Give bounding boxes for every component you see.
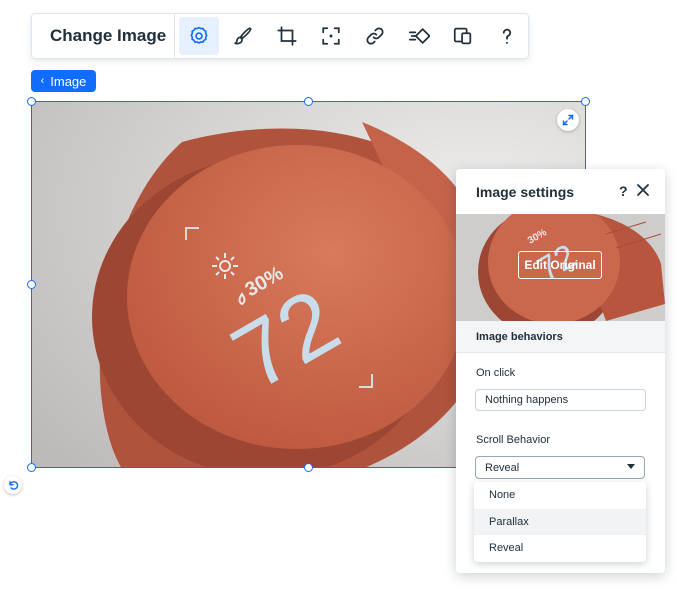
scroll-behavior-select[interactable]: Reveal <box>475 456 645 479</box>
toolbar-divider <box>174 13 175 59</box>
stretch-toggle-button[interactable] <box>557 109 579 131</box>
scroll-behavior-value: Reveal <box>485 461 520 474</box>
option-none[interactable]: None <box>474 482 646 509</box>
panel-title: Image settings <box>476 183 575 200</box>
expand-icon <box>562 114 574 126</box>
element-tag[interactable]: ‹ Image <box>31 70 96 92</box>
image-preview: 30% 72 Edit Original <box>456 214 665 321</box>
brush-icon <box>234 27 252 45</box>
on-click-label: On click <box>476 367 516 379</box>
resize-handle-left[interactable] <box>27 280 36 289</box>
change-image-button[interactable]: Change Image <box>32 26 174 46</box>
caret-down-icon <box>627 464 635 469</box>
gear-icon <box>190 26 208 44</box>
option-parallax[interactable]: Parallax <box>474 508 646 535</box>
crop-icon <box>277 26 297 46</box>
stretch-button[interactable] <box>443 17 483 55</box>
edit-original-button[interactable]: Edit Original <box>518 251 602 279</box>
rotate-button[interactable] <box>4 476 22 494</box>
resize-handle-top-left[interactable] <box>27 97 36 106</box>
option-reveal[interactable]: Reveal <box>474 535 646 562</box>
link-button[interactable] <box>355 17 395 55</box>
panel-header: Image settings ? <box>456 169 665 214</box>
on-click-dropdown[interactable]: Nothing happens <box>475 389 646 411</box>
close-icon[interactable] <box>636 183 650 197</box>
link-icon <box>366 27 384 45</box>
settings-button[interactable] <box>179 17 219 55</box>
section-header-image-behaviors: Image behaviors <box>456 321 665 353</box>
scroll-behavior-label: Scroll Behavior <box>476 434 550 446</box>
panel-help-button[interactable]: ? <box>619 183 628 199</box>
resize-handle-top[interactable] <box>304 97 313 106</box>
image-settings-panel: Image settings ? 30% 72 Edit Original Im… <box>456 169 665 573</box>
help-button[interactable] <box>487 17 527 55</box>
chevron-left-icon: ‹ <box>40 75 45 87</box>
image-toolbar: Change Image <box>31 13 529 59</box>
focal-point-button[interactable] <box>311 17 351 55</box>
scroll-behavior-options: None Parallax Reveal <box>474 482 646 562</box>
focus-icon <box>322 27 340 45</box>
animation-icon <box>408 28 430 44</box>
layout-icon <box>453 27 472 45</box>
rotate-icon <box>8 480 18 490</box>
resize-handle-top-right[interactable] <box>581 97 590 106</box>
element-tag-label: Image <box>50 73 87 89</box>
resize-handle-bottom-left[interactable] <box>27 463 36 472</box>
animation-button[interactable] <box>399 17 439 55</box>
design-button[interactable] <box>223 17 263 55</box>
help-icon <box>502 28 512 44</box>
crop-button[interactable] <box>267 17 307 55</box>
resize-handle-bottom[interactable] <box>304 463 313 472</box>
